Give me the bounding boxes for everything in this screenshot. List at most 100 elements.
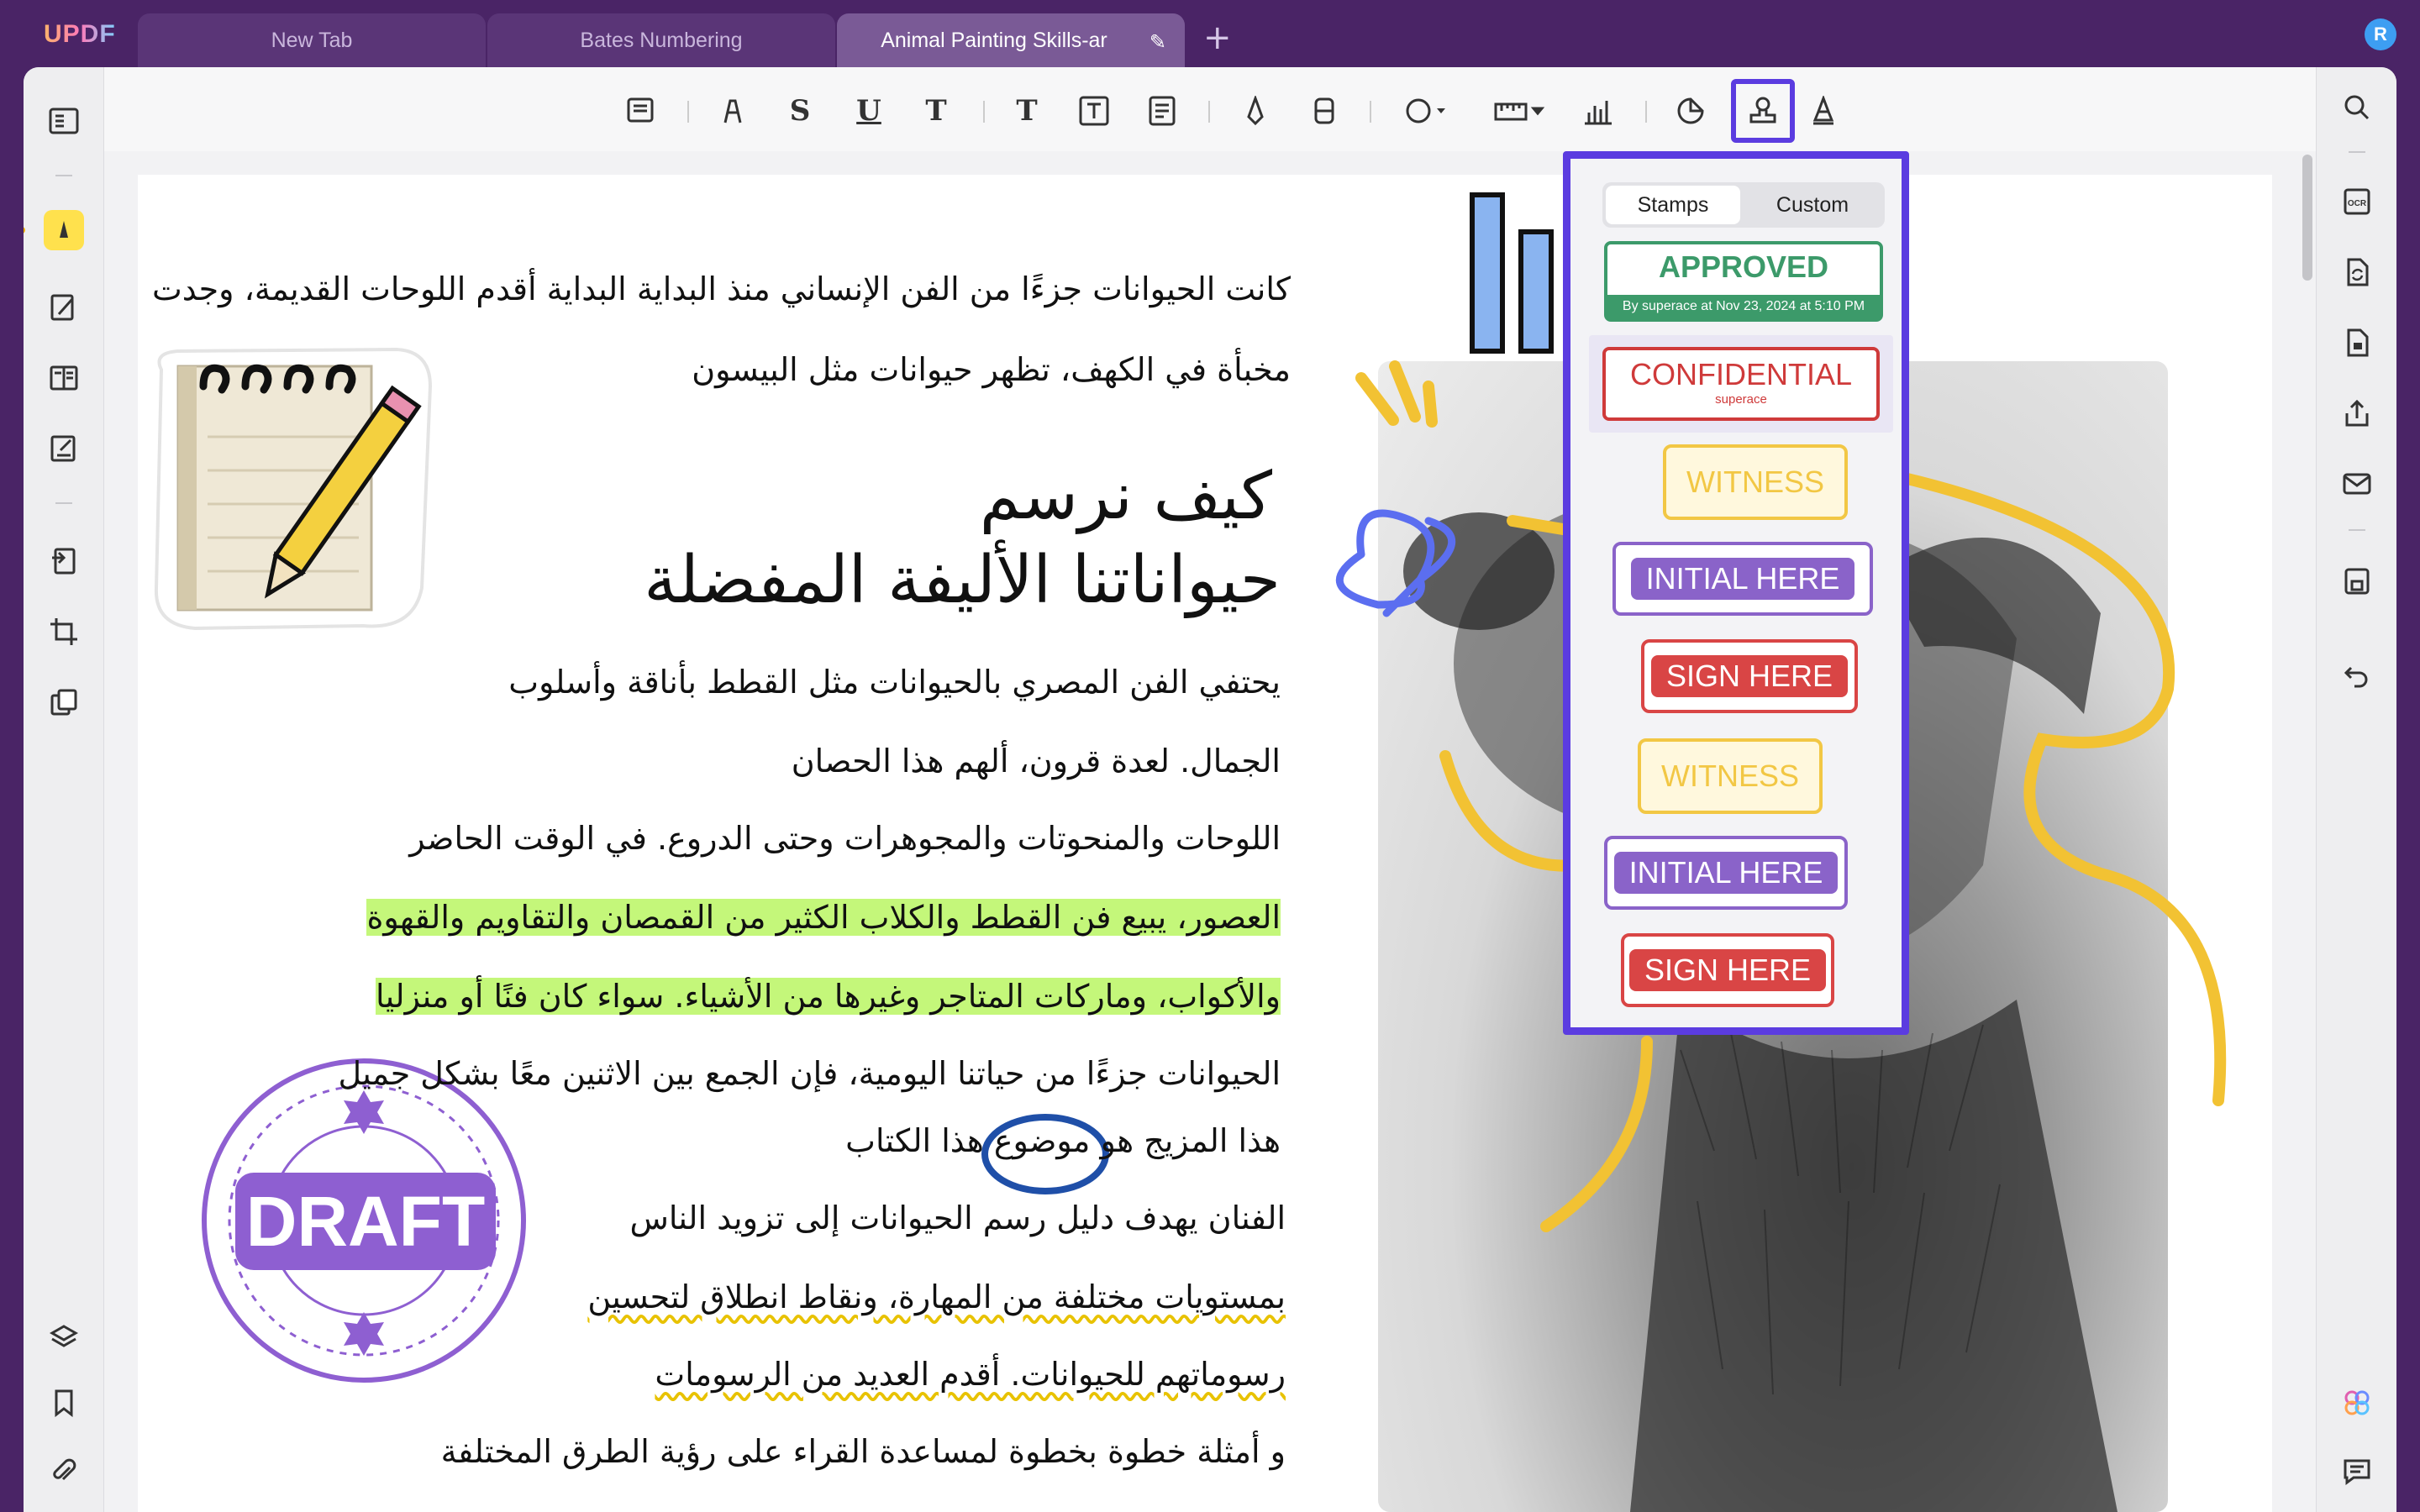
paragraph-line: الحيوانات جزءًا من حياتنا اليومية، فإن ا… [338,1055,1281,1092]
stamp-frame: CONFIDENTIAL superace [1602,347,1880,421]
active-indicator [24,227,25,234]
add-tab-button[interactable]: + [1203,18,1232,57]
text-callout-icon[interactable] [1139,89,1183,133]
stamp-icon[interactable] [1731,79,1795,143]
layers-icon[interactable] [44,1317,84,1357]
stamp-type-toggle: Stamps Custom [1602,182,1885,228]
confidential-stamp[interactable]: CONFIDENTIAL superace [1589,335,1893,433]
reader-icon[interactable] [44,101,84,141]
tab-bates-numbering[interactable]: Bates Numbering [487,13,835,67]
app-logo: UPDF [44,20,116,48]
divider [1208,101,1210,123]
divider [55,175,72,176]
notepad-sticker[interactable] [145,336,447,638]
paragraph-line: و أمثلة خطوة بخطوة لمساعدة القراء على رؤ… [440,1433,1286,1470]
heading-line: حيواناتنا الأليفة المفضلة [644,543,1281,618]
stamp-label: INITIAL HERE [1613,852,1839,894]
stamp-sublabel: superace [1715,392,1767,407]
tab-label: New Tab [271,28,353,52]
stamp-label: APPROVED [1658,249,1829,284]
convert-pdf-icon[interactable] [2337,252,2377,292]
left-sidebar [24,67,104,1512]
sticker-icon[interactable] [1669,89,1712,133]
divider [1645,101,1647,123]
stamps-tab[interactable]: Stamps [1606,186,1740,224]
squiggly-line: بمستويات مختلفة من المهارة، ونقاط انطلاق… [587,1278,1286,1315]
tab-label: Bates Numbering [580,28,743,52]
stamp-label: CONFIDENTIAL [1629,357,1853,391]
shape-icon[interactable] [1395,89,1462,133]
witness-stamp-right[interactable]: WITNESS [1638,738,1823,814]
paragraph-line: اللوحات والمنحوتات والمجوهرات وحتى الدرو… [409,820,1281,857]
squiggly-icon[interactable]: T [914,89,958,133]
form-icon[interactable] [44,428,84,469]
stamp-label: SIGN HERE [1650,655,1849,697]
ai-assistant-icon[interactable] [2337,1383,2377,1423]
comment-mode-icon[interactable] [44,210,84,250]
paragraph-line: يحتفي الفن المصري بالحيوانات مثل القطط ب… [508,664,1281,701]
measure-icon[interactable] [1487,89,1555,133]
text-icon[interactable]: T [1005,89,1049,133]
undo-icon[interactable] [2337,655,2377,696]
crop-icon[interactable] [44,612,84,652]
title-bar: UPDF New Tab Bates Numbering Animal Pain… [0,0,2420,67]
bookmark-icon[interactable] [44,1383,84,1423]
divider [687,101,689,123]
sign-here-stamp-right[interactable]: SIGN HERE [1621,933,1834,1007]
draft-stamp-label: DRAFT [235,1173,496,1270]
tab-new-tab[interactable]: New Tab [138,13,486,67]
stamp-label: WITNESS [1660,759,1799,793]
convert-icon[interactable] [44,541,84,581]
sign-here-stamp-left[interactable]: SIGN HERE [1641,639,1858,713]
right-sidebar: OCR [2316,67,2396,1512]
share-icon[interactable] [2337,393,2377,433]
witness-stamp-left[interactable]: WITNESS [1663,444,1848,520]
highlighted-line: والأكواب، وماركات المتاجر وغيرها من الأش… [376,978,1281,1015]
ocr-icon[interactable]: OCR [2337,181,2377,222]
divider [2349,529,2365,531]
attachment-icon[interactable] [44,1452,84,1492]
sticky-note-icon[interactable] [618,89,662,133]
signature-icon[interactable] [1802,89,1845,133]
divider [1370,101,1371,123]
comment-list-icon[interactable] [2337,1452,2377,1492]
paragraph-line: مخبأة في الكهف، تظهر حيوانات مثل البيسون [692,351,1291,388]
save-icon[interactable] [2337,561,2377,601]
heading-line: كيف نرسم [979,459,1272,534]
annotation-toolbar: S U T T [104,67,2316,151]
highlighter-icon[interactable] [711,89,755,133]
divider [2349,151,2365,153]
pencil-icon[interactable] [1234,89,1277,133]
strikethrough-icon[interactable]: S [778,89,822,133]
underline-icon[interactable]: U [847,89,891,133]
initial-here-stamp-right[interactable]: INITIAL HERE [1604,836,1848,910]
organize-pages-icon[interactable] [44,358,84,398]
page-tools-icon[interactable] [44,682,84,722]
edit-pdf-icon[interactable] [44,287,84,328]
divider [983,101,985,123]
paragraph-line: الجمال. لعدة قرون، ألهم هذا الحصان [791,743,1281,780]
vertical-scrollbar[interactable] [2302,155,2312,281]
text-box-icon[interactable] [1072,89,1116,133]
tab-label: Animal Painting Skills-ar [881,28,1107,52]
initial-here-stamp-left[interactable]: INITIAL HERE [1612,542,1873,616]
stamp-sublabel: By superace at Nov 23, 2024 at 5:10 PM [1607,295,1880,318]
edit-pencil-icon[interactable]: ✎ [1150,30,1166,55]
paragraph-line: هذا المزيج هو موضوع هذا الكتاب [845,1122,1281,1159]
stamp-picker-popup: Stamps Custom APPROVED By superace at No… [1563,151,1909,1035]
custom-tab[interactable]: Custom [1745,186,1880,224]
paragraph-line: كانت الحيوانات جزءًا من الفن الإنساني من… [151,270,1291,307]
email-icon[interactable] [2337,464,2377,504]
eraser-icon[interactable] [1302,89,1346,133]
stamp-label: SIGN HERE [1628,949,1827,991]
squiggly-line: رسوماتهم للحيوانات. أقدم العديد من الرسو… [655,1356,1286,1393]
avatar[interactable]: R [2365,18,2396,50]
approved-stamp[interactable]: APPROVED By superace at Nov 23, 2024 at … [1604,241,1883,322]
tab-animal-painting[interactable]: Animal Painting Skills-ar ✎ [837,13,1185,67]
search-icon[interactable] [2337,87,2377,128]
svg-text:OCR: OCR [2348,199,2367,208]
chart-icon[interactable] [1576,89,1620,133]
protect-icon[interactable] [2337,323,2377,363]
stamp-label: INITIAL HERE [1630,558,1855,600]
paragraph-line: الفنان يهدف دليل رسم الحيوانات إلى تزويد… [629,1200,1286,1236]
